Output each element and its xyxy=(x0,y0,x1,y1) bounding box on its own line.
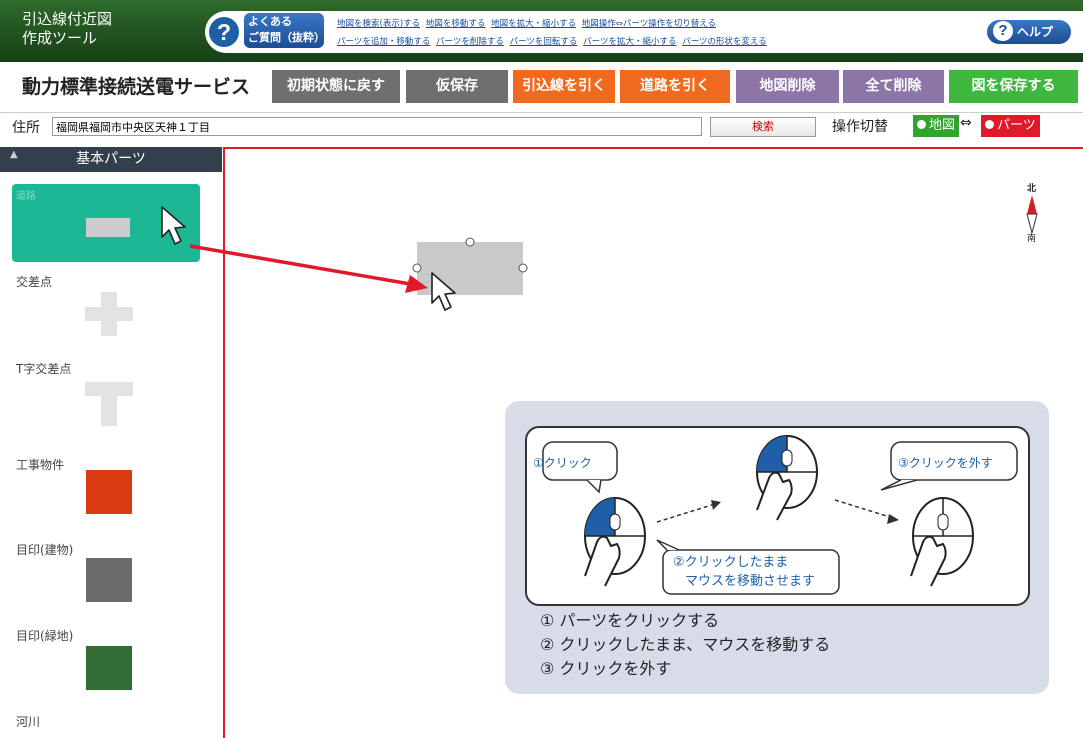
sidebar-item-label: 道路 xyxy=(16,191,36,202)
temp-save-button[interactable]: 仮保存 xyxy=(406,70,508,103)
mode-switch-label: 操作切替 xyxy=(832,119,888,135)
faq-link[interactable]: 地図を検索(表示)する xyxy=(337,19,420,29)
parts-mode-label: パーツ xyxy=(997,118,1036,133)
collapse-icon[interactable]: ▲ xyxy=(10,149,18,160)
sidebar-item-label: 河川 xyxy=(16,715,41,729)
radio-icon xyxy=(917,120,926,129)
help-button[interactable]: ? ヘルプ xyxy=(985,18,1073,46)
faq-link[interactable]: パーツを回転する xyxy=(510,37,578,47)
bubble-click: ①クリック xyxy=(533,456,592,470)
sidebar-item-label: 目印(建物) xyxy=(16,543,74,557)
t-intersection-part-icon[interactable] xyxy=(85,382,133,426)
intersection-part-icon[interactable] xyxy=(85,292,133,336)
faq-link[interactable]: 地図を拡大・縮小する xyxy=(491,19,576,29)
faq-link[interactable]: 地図を移動する xyxy=(426,19,486,29)
construction-part-icon[interactable] xyxy=(86,470,132,514)
sidebar-item-label: 交差点 xyxy=(16,275,53,289)
south-label: 南 xyxy=(1027,234,1037,244)
faq-link[interactable]: パーツを拡大・縮小する xyxy=(583,37,676,47)
building-landmark-part-icon[interactable] xyxy=(86,558,132,602)
delete-all-button[interactable]: 全て削除 xyxy=(843,70,944,103)
draw-service-line-button[interactable]: 引込線を引く xyxy=(513,70,615,103)
app-title: 引込線付近図 作成ツール xyxy=(22,10,112,48)
faq-link[interactable]: パーツの形状を変える xyxy=(682,37,767,47)
reset-button[interactable]: 初期状態に戻す xyxy=(272,70,400,103)
map-mode-toggle[interactable]: 地図 xyxy=(913,115,960,137)
app-title-line1: 引込線付近図 xyxy=(22,10,113,28)
delete-map-button[interactable]: 地図削除 xyxy=(736,70,839,103)
help-label: ヘルプ xyxy=(1017,25,1054,39)
app-title-line2: 作成ツール xyxy=(22,29,98,47)
faq-links: 地図を検索(表示)する 地図を移動する 地図を拡大・縮小する 地図操作⇔パーツ操… xyxy=(337,15,770,51)
radio-icon xyxy=(985,120,994,129)
north-label: 北 xyxy=(1027,184,1037,194)
draw-road-button[interactable]: 道路を引く xyxy=(620,70,730,103)
bubble-drag-line1: ②クリックしたまま xyxy=(673,555,789,570)
switch-arrow: ⇔ xyxy=(960,115,972,131)
compass-icon xyxy=(1026,195,1038,233)
question-icon: ? xyxy=(993,21,1013,41)
faq-link[interactable]: パーツを追加・移動する xyxy=(337,37,430,47)
faq-link[interactable]: パーツを削除する xyxy=(436,37,504,47)
step-2: ② クリックしたまま、マウスを移動する xyxy=(540,635,831,654)
road-part-icon xyxy=(86,218,130,237)
parts-mode-toggle[interactable]: パーツ xyxy=(981,115,1040,137)
step-3: ③ クリックを外す xyxy=(540,659,672,678)
faq-label-line2: ご質問（抜粋） xyxy=(248,31,325,44)
step-1: ① パーツをクリックする xyxy=(540,611,720,630)
sidebar-item-label: 工事物件 xyxy=(16,458,65,472)
faq-label[interactable]: よくある ご質問（抜粋） xyxy=(244,13,325,48)
sidebar-item-label: T字交差点 xyxy=(16,362,72,376)
sidebar-item-label: 目印(緑地) xyxy=(16,629,74,643)
bubble-release: ③クリックを外す xyxy=(898,456,993,470)
faq-link[interactable]: 地図操作⇔パーツ操作を切り替える xyxy=(582,19,716,29)
save-diagram-button[interactable]: 図を保存する xyxy=(949,70,1078,103)
bubble-drag-line2: マウスを移動させます xyxy=(685,574,816,589)
map-mode-label: 地図 xyxy=(929,118,956,133)
green-landmark-part-icon[interactable] xyxy=(86,646,132,690)
service-name: 動力標準接続送電サービス xyxy=(22,76,251,98)
address-input[interactable] xyxy=(52,117,702,136)
sidebar-header[interactable]: 基本パーツ xyxy=(0,147,222,172)
instruction-steps: ① パーツをクリックする ② クリックしたまま、マウスを移動する ③ クリックを… xyxy=(540,609,830,681)
bubble-drag: ②クリックしたまま マウスを移動させます xyxy=(673,553,815,591)
search-button[interactable]: 検索 xyxy=(710,117,816,137)
resize-handles[interactable] xyxy=(407,232,533,305)
faq-label-line1: よくある xyxy=(248,15,292,28)
address-label: 住所 xyxy=(12,120,40,136)
question-icon: ? xyxy=(207,15,241,49)
